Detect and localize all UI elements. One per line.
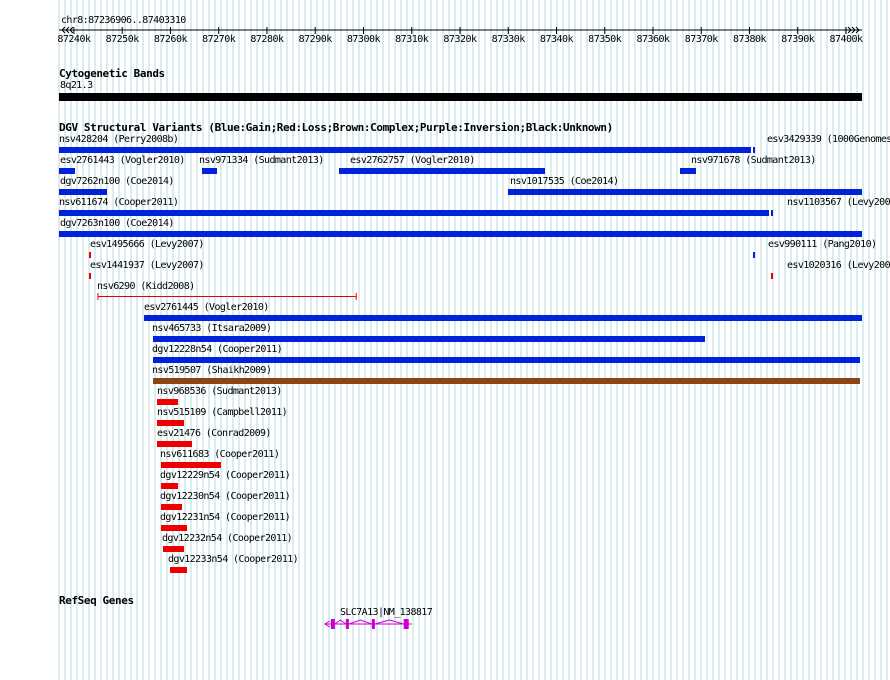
variant-bar[interactable] <box>157 441 193 447</box>
gene-model-slc7a13[interactable] <box>0 617 890 631</box>
gene-exon <box>371 619 375 629</box>
ruler-tick-label: 87260k <box>153 34 188 45</box>
variant-bar[interactable] <box>201 168 217 174</box>
ruler-tick-label: 87310k <box>395 34 429 45</box>
ruler-tick-label: 87380k <box>732 34 767 45</box>
variant-bar[interactable] <box>170 567 188 573</box>
ruler-tick-label: 87280k <box>250 34 284 45</box>
cyto-track-title: Cytogenetic Bands <box>59 67 165 80</box>
variant-label: esv990111 (Pang2010) <box>768 239 877 250</box>
cyto-band-bar[interactable] <box>59 93 862 101</box>
genome-browser-view: chr8:87236906..87403310 87240k 87250k 8726… <box>0 0 890 680</box>
ruler-tick-label: 87300k <box>346 34 381 45</box>
ruler-tick-label: 87320k <box>443 34 477 45</box>
ruler-tick-label: 87270k <box>202 34 236 45</box>
variant-label: nsv611683 (Cooper2011) <box>160 449 280 460</box>
ruler-tick-label: 87340k <box>539 34 574 45</box>
gene-exon <box>403 619 409 629</box>
ruler-tick-label: 87400k <box>829 34 863 45</box>
variant-label: dgv12228n54 (Cooper2011) <box>152 344 283 355</box>
ruler-tick-label: 87250k <box>105 34 140 45</box>
variant-label: nsv6290 (Kidd2008) <box>97 281 195 292</box>
variant-label: nsv428204 (Perry2008b) <box>59 134 179 145</box>
variant-label: nsv1017535 (Coe2014) <box>510 176 619 187</box>
ruler-tick-label: 87370k <box>684 34 719 45</box>
variant-label: dgv12232n54 (Cooper2011) <box>162 533 293 544</box>
variant-bar[interactable] <box>89 273 92 279</box>
variant-bar[interactable] <box>152 357 861 363</box>
gene-intron-chevron <box>348 619 373 625</box>
gene-intron-chevron <box>334 619 347 625</box>
variant-label: nsv465733 (Itsara2009) <box>152 323 272 334</box>
refseq-track-title: RefSeq Genes <box>59 594 134 607</box>
variant-bar[interactable] <box>160 462 222 468</box>
variant-bar[interactable] <box>770 210 773 216</box>
dgv-track-title: DGV Structural Variants (Blue:Gain;Red:L… <box>59 121 613 134</box>
variant-label: dgv12230n54 (Cooper2011) <box>160 491 291 502</box>
variant-bar[interactable] <box>752 252 755 258</box>
variant-label: dgv7263n100 (Coe2014) <box>60 218 174 229</box>
variant-bar[interactable] <box>144 315 862 321</box>
variant-label: esv2761443 (Vogler2010) <box>60 155 185 166</box>
variant-bar[interactable] <box>752 147 755 153</box>
variant-label: nsv971334 (Sudmant2013) <box>199 155 324 166</box>
variant-bar[interactable] <box>152 336 705 342</box>
variant-bar[interactable] <box>679 168 697 174</box>
variant-bar[interactable] <box>59 210 769 216</box>
variant-label: esv3429339 (1000Genomes) <box>767 134 890 145</box>
ruler-tick-label: 87350k <box>588 34 622 45</box>
cyto-band-label: 8q21.3 <box>60 80 93 91</box>
variant-bar[interactable] <box>152 378 861 384</box>
variant-bar[interactable] <box>89 252 92 258</box>
variant-bar[interactable] <box>59 168 76 174</box>
variant-label: dgv7262n100 (Coe2014) <box>60 176 174 187</box>
variant-label: esv1020316 (Levy2007) <box>787 260 890 271</box>
variant-label: dgv12233n54 (Cooper2011) <box>168 554 299 565</box>
variant-label: dgv12229n54 (Cooper2011) <box>160 470 291 481</box>
variant-bar[interactable] <box>160 525 188 531</box>
variant-bar[interactable] <box>59 189 107 195</box>
variant-bar[interactable] <box>59 147 752 153</box>
variant-bar[interactable] <box>160 504 182 510</box>
variant-label: esv2761445 (Vogler2010) <box>144 302 269 313</box>
ruler-tick-label: 87360k <box>636 34 670 45</box>
variant-label: esv2762757 (Vogler2010) <box>350 155 475 166</box>
variant-label: nsv515109 (Campbell2011) <box>157 407 288 418</box>
gene-exon <box>330 619 335 629</box>
variant-label: nsv611674 (Cooper2011) <box>59 197 179 208</box>
variant-bar[interactable] <box>160 483 179 489</box>
variant-label: nsv968536 (Sudmant2013) <box>157 386 282 397</box>
variant-bar[interactable] <box>770 273 773 279</box>
ruler-tick-label: 87290k <box>298 34 333 45</box>
variant-bar[interactable] <box>508 189 862 195</box>
ruler-tick-label: 87240k <box>57 34 91 45</box>
variant-label: nsv971678 (Sudmant2013) <box>691 155 816 166</box>
variant-label: nsv519507 (Shaikh2009) <box>152 365 272 376</box>
variant-label: dgv12231n54 (Cooper2011) <box>160 512 291 523</box>
variant-label: esv21476 (Conrad2009) <box>157 428 271 439</box>
variant-bar[interactable] <box>97 293 357 300</box>
variant-label: esv1441937 (Levy2007) <box>90 260 204 271</box>
variant-bar[interactable] <box>162 546 185 552</box>
ruler-tick-label: 87330k <box>491 34 526 45</box>
gene-exon <box>345 619 349 629</box>
variant-bar[interactable] <box>339 168 546 174</box>
ruler-tick-label: 87390k <box>781 34 815 45</box>
gene-intron-chevron <box>374 619 404 625</box>
variant-bar[interactable] <box>59 231 862 237</box>
variant-bar[interactable] <box>157 420 185 426</box>
variant-bar[interactable] <box>157 399 179 405</box>
variant-label: esv1495666 (Levy2007) <box>90 239 204 250</box>
variant-label: nsv1103567 (Levy2007) <box>787 197 890 208</box>
